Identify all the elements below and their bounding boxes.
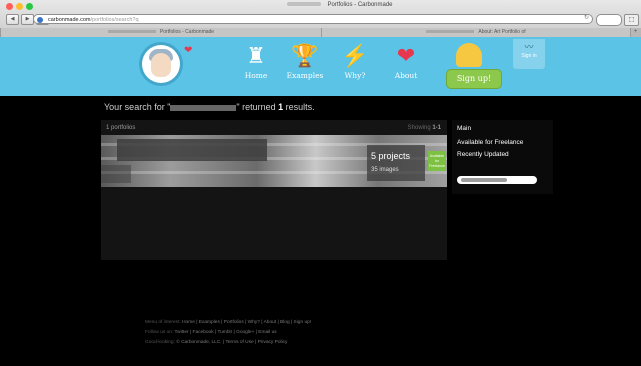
mascot-icon — [456, 43, 482, 67]
window-controls — [6, 3, 33, 10]
nav-label: Examples — [286, 71, 324, 80]
tab-bar: Portfolios - Carbonmade About: Art Portf… — [0, 28, 641, 37]
project-count: 5 projects — [371, 151, 411, 161]
nav-home[interactable]: ♜ Home — [233, 43, 279, 80]
tab-label: Portfolios - Carbonmade — [159, 29, 215, 35]
sidebar-search-field[interactable] — [457, 176, 537, 184]
footer-line-1: Menu of interest: Home | Examples | Port… — [145, 320, 311, 325]
footer-line-2: Follow us on: Twitter | Facebook | Tumbl… — [145, 330, 277, 335]
thumbnail-shadow — [101, 165, 131, 183]
reload-icon[interactable]: ↻ — [584, 14, 589, 21]
rook-icon: ♜ — [246, 43, 266, 68]
redacted-text — [287, 2, 322, 7]
redacted-text — [426, 30, 475, 34]
new-tab-button[interactable]: + — [630, 28, 641, 37]
window-title-text: Portfolios - Carbonmade — [327, 2, 393, 8]
showing-label: Showing — [407, 125, 431, 131]
nav-examples[interactable]: 🏆 Examples — [282, 43, 328, 80]
nav-label: About — [394, 71, 418, 80]
close-window-button[interactable] — [6, 3, 13, 10]
heart-icon: ❤ — [184, 45, 193, 56]
nav-about[interactable]: ❤ About — [383, 43, 429, 80]
nav-label: Why? — [344, 71, 366, 80]
freelance-badge: Available for Freelance — [428, 151, 446, 171]
mustache-icon: 〰 — [524, 42, 534, 52]
footer-lead: Follow us on: — [145, 330, 174, 335]
filter-recently-updated[interactable]: Recently Updated — [457, 151, 509, 158]
signup-area: Sign up! — [438, 43, 508, 91]
result-count: 1 — [278, 102, 284, 112]
browser-search-field[interactable] — [596, 14, 622, 26]
url-path: /portfolios/search?q — [90, 17, 139, 23]
nav-label: Home — [244, 71, 268, 80]
favicon-icon — [37, 17, 43, 23]
redacted-text — [461, 178, 507, 182]
showing-range: 1-1 — [432, 125, 441, 131]
redacted-query — [170, 104, 237, 111]
reader-icon[interactable]: ⬚ — [624, 14, 639, 26]
tab-portfolios[interactable]: Portfolios - Carbonmade — [0, 28, 322, 37]
footer-lead: Menu of interest: — [145, 320, 181, 325]
portfolio-count: 1 portfolios — [106, 125, 136, 131]
filter-sidebar: Main Available for Freelance Recently Up… — [452, 120, 553, 194]
search-summary: Your search for " " returned 1 results. — [104, 102, 315, 112]
lightning-icon: ⚡ — [341, 43, 369, 68]
footer-line-3: Good-looking: © Carbonmade, LLC. | Terms… — [145, 340, 287, 345]
site-header: ❤ ♜ Home 🏆 Examples ⚡ Why? ❤ About Sign … — [0, 37, 641, 96]
zoom-window-button[interactable] — [26, 3, 33, 10]
browser-chrome: Portfolios - Carbonmade ◀ ▶ + carbonmade… — [0, 0, 641, 41]
signin-button[interactable]: 〰 Sign in — [513, 39, 545, 69]
url-host: carbonmade.com — [48, 17, 91, 23]
project-stats: 5 projects 35 images — [367, 145, 425, 181]
search-prefix: Your search for " — [104, 102, 171, 112]
image-count: 35 images — [371, 167, 399, 173]
footer-nav-links[interactable]: Home | Examples | Portfolios | Why? | Ab… — [182, 320, 311, 325]
trophy-icon: 🏆 — [291, 43, 319, 68]
search-suffix: " returned — [236, 102, 276, 112]
filter-main[interactable]: Main — [457, 125, 471, 132]
redacted-thumbnail-block — [117, 139, 267, 161]
minimize-window-button[interactable] — [16, 3, 23, 10]
carbonmade-logo[interactable] — [142, 45, 180, 83]
portfolio-result-card[interactable]: 5 projects 35 images Available for Freel… — [101, 135, 447, 187]
redacted-text — [107, 30, 156, 34]
results-word: results. — [285, 102, 315, 112]
tab-label: About: Art Portfolio of — [478, 29, 526, 35]
signin-label: Sign in — [521, 53, 537, 59]
filter-available-freelance[interactable]: Available for Freelance — [457, 139, 523, 146]
address-bar[interactable]: carbonmade.com/portfolios/search?q — [33, 14, 593, 24]
pagination-info: Showing 1-1 — [408, 125, 441, 131]
signup-button[interactable]: Sign up! — [446, 69, 502, 89]
heart-icon: ❤ — [396, 43, 416, 68]
footer-lead: Good-looking: — [145, 340, 175, 345]
window-title: Portfolios - Carbonmade — [260, 2, 420, 8]
footer-legal-links[interactable]: © Carbonmade, LLC. | Terms of Use | Priv… — [176, 340, 287, 345]
footer-social-links[interactable]: Twitter | Facebook | Tumblr | Google+ | … — [175, 330, 277, 335]
logo-face — [151, 53, 171, 77]
nav-why[interactable]: ⚡ Why? — [332, 43, 378, 80]
back-button[interactable]: ◀ — [6, 14, 19, 25]
tab-about[interactable]: About: Art Portfolio of — [321, 28, 631, 37]
